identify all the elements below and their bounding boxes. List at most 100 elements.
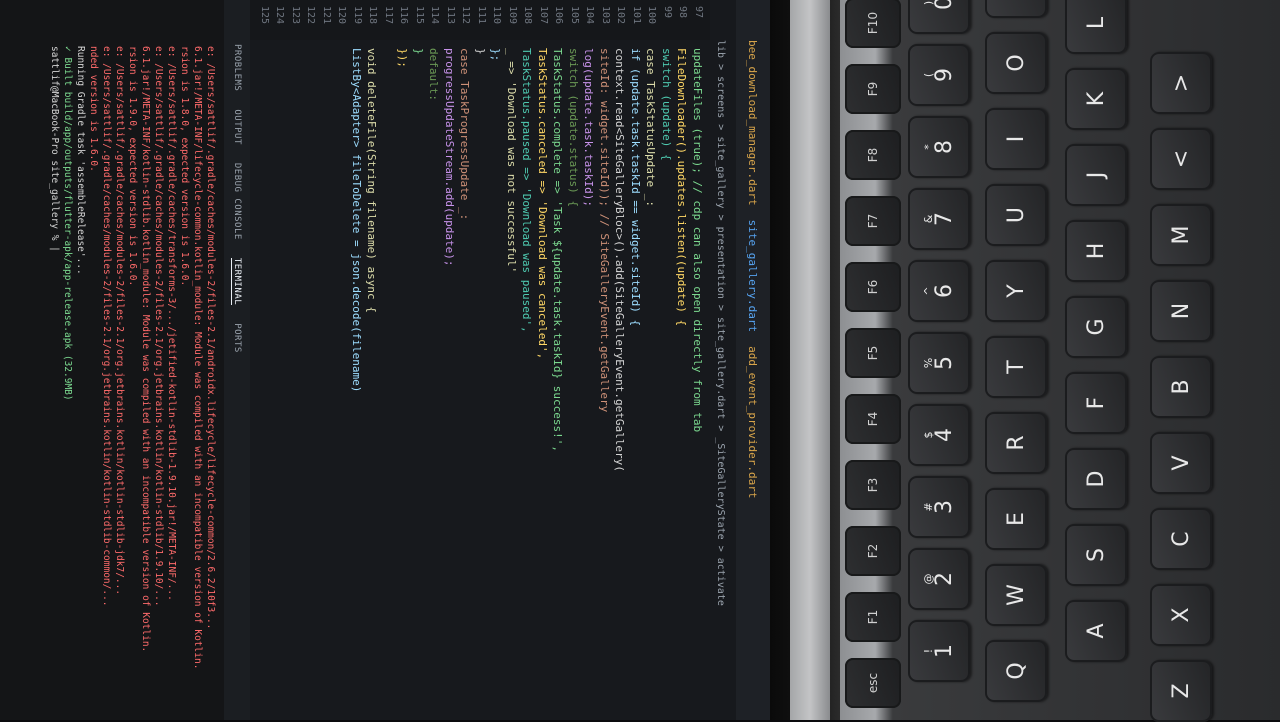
tab-ports[interactable]: PORTS xyxy=(232,323,242,353)
key-label: F4 xyxy=(866,411,880,427)
key-g[interactable]: G xyxy=(1065,296,1127,358)
key-f7[interactable]: F7 xyxy=(845,196,901,246)
key-5[interactable]: % 5 xyxy=(908,332,970,394)
key-y[interactable]: Y xyxy=(985,260,1047,322)
key-label: Z xyxy=(1168,683,1194,699)
laptop-screen: bee_download_manager.dart site_gallery.d… xyxy=(0,0,770,720)
key-j[interactable]: J xyxy=(1065,144,1127,206)
key-a[interactable]: A xyxy=(1065,600,1127,662)
key-4[interactable]: $4 xyxy=(908,404,970,466)
key-f6[interactable]: F6 xyxy=(845,262,901,312)
breadcrumb: lib > screens > site_gallery > presentat… xyxy=(715,40,726,606)
key-label: esc xyxy=(866,672,880,694)
key-f[interactable]: F xyxy=(1065,372,1127,434)
key-k[interactable]: K xyxy=(1065,68,1127,130)
tab-problems[interactable]: PROBLEMS xyxy=(232,44,242,91)
key-label: Y xyxy=(1003,284,1029,298)
code-line: _ => 'Download was not successful' xyxy=(505,48,518,274)
key-b[interactable]: B xyxy=(1150,356,1212,418)
key-label: 7 xyxy=(931,212,957,226)
key-e[interactable]: E xyxy=(985,488,1047,550)
key-x[interactable]: X xyxy=(1150,584,1212,646)
key-p[interactable]: P xyxy=(985,0,1047,18)
key-label: F2 xyxy=(866,543,880,559)
key-[interactable]: < xyxy=(1150,128,1212,190)
code-line: case TaskProgressUpdate _: xyxy=(458,48,472,221)
code-line: }; xyxy=(489,48,503,62)
tab-add-event-provider[interactable]: add_event_provider.dart xyxy=(747,346,760,498)
line-number: 116 xyxy=(398,6,410,25)
key-f5[interactable]: F5 xyxy=(845,328,901,378)
terminal-error-line: rsion is 1.8.0, expected version is 1.6.… xyxy=(179,46,190,287)
key-label: S xyxy=(1083,548,1109,562)
key-u[interactable]: U xyxy=(985,184,1047,246)
key-label: > xyxy=(1168,73,1194,93)
tab-download-manager[interactable]: bee_download_manager.dart xyxy=(747,40,760,206)
tab-debug-console[interactable]: DEBUG CONSOLE xyxy=(232,163,242,240)
tab-site-gallery[interactable]: site_gallery.dart xyxy=(747,220,760,333)
key-label: W xyxy=(1003,584,1029,606)
key-f10[interactable]: F10 xyxy=(845,0,901,48)
terminal-error-line: e: /Users/sattlif/.gradle/caches/modules… xyxy=(153,46,164,607)
key-0[interactable]: ) 0 xyxy=(908,0,970,34)
key-n[interactable]: N xyxy=(1150,280,1212,342)
key-t[interactable]: T xyxy=(985,336,1047,398)
key-label: F7 xyxy=(866,213,880,229)
terminal-output[interactable]: e: /Users/sattlif/.gradle/caches/modules… xyxy=(0,0,224,720)
key-f4[interactable]: F4 xyxy=(845,394,901,444)
key-label: T xyxy=(1003,360,1029,374)
key-label: X xyxy=(1168,607,1194,623)
key-3[interactable]: #3 xyxy=(908,476,970,538)
line-number: 101 xyxy=(631,6,642,25)
line-number: 100 xyxy=(646,6,658,25)
key-c[interactable]: C xyxy=(1150,508,1212,570)
terminal-error-line: rsion is 1.9.0, expected version is 1.6.… xyxy=(127,46,138,287)
key-6[interactable]: ^ 6 xyxy=(908,260,970,322)
key-[interactable]: > xyxy=(1150,52,1212,114)
key-w[interactable]: W xyxy=(985,564,1047,626)
terminal-line: ✓ Built build/app/outputs/flutter-apk/ap… xyxy=(62,46,73,401)
key-d[interactable]: D xyxy=(1065,448,1127,510)
key-q[interactable]: Q xyxy=(985,640,1047,702)
code-line: updateFiles (true); // cdp can also open… xyxy=(691,48,704,433)
key-m[interactable]: M xyxy=(1150,204,1212,266)
key-9[interactable]: (9 xyxy=(908,44,970,106)
key-esc[interactable]: esc xyxy=(845,658,901,708)
code-editor[interactable]: 97 98 99 100 101 102 103 104 105 106 107 108 109 110 1… xyxy=(250,0,710,720)
key-z[interactable]: Z xyxy=(1150,660,1212,722)
key-i[interactable]: I xyxy=(985,108,1047,170)
key-1[interactable]: ! 1 xyxy=(908,620,970,682)
key-f8[interactable]: F8 xyxy=(845,130,901,180)
code-line: if (update.task.taskId == widget.siteId)… xyxy=(629,48,642,327)
key-label: 8 xyxy=(931,140,957,154)
line-number: 122 xyxy=(305,6,317,25)
key-h[interactable]: H xyxy=(1065,220,1127,282)
key-2[interactable]: @2 xyxy=(908,548,970,610)
code-line: TaskStatus.paused => 'Download was pause… xyxy=(520,48,534,333)
key-7[interactable]: & 7 xyxy=(908,188,970,250)
line-number: 105 xyxy=(569,6,580,25)
key-label: F xyxy=(1083,396,1109,410)
key-f3[interactable]: F3 xyxy=(845,460,901,510)
line-number: 111 xyxy=(476,6,487,25)
key-8[interactable]: * 8 xyxy=(908,116,970,178)
key-label: K xyxy=(1083,91,1109,107)
code-line: TaskStatus.canceled => 'Download was can… xyxy=(536,48,549,360)
key-f1[interactable]: F1 xyxy=(845,592,901,642)
key-label: L xyxy=(1083,16,1109,30)
line-number: 124 xyxy=(274,6,286,25)
line-number: 103 xyxy=(600,6,611,25)
key-v[interactable]: V xyxy=(1150,432,1212,494)
line-number: 97 xyxy=(693,6,704,19)
key-label: B xyxy=(1168,379,1194,395)
tab-terminal[interactable]: TERMINAL xyxy=(231,257,243,306)
key-label: < xyxy=(1168,149,1194,169)
key-s[interactable]: S xyxy=(1065,524,1127,586)
key-l[interactable]: L xyxy=(1065,0,1127,54)
key-r[interactable]: R xyxy=(985,412,1047,474)
key-f9[interactable]: F9 xyxy=(845,64,901,114)
tab-output[interactable]: OUTPUT xyxy=(232,109,242,145)
key-o[interactable]: O xyxy=(985,32,1047,94)
code-line: log(update.task.taskId); xyxy=(582,48,596,207)
key-f2[interactable]: F2 xyxy=(845,526,901,576)
